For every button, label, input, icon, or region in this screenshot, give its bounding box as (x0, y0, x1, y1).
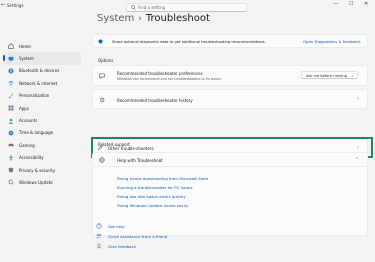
sidebar-item-label: Bluetooth & devices (19, 68, 60, 74)
sidebar-item-time-language[interactable]: Time & language (3, 127, 81, 139)
sidebar-item-label: Privacy & security (19, 167, 56, 173)
monitor-icon (8, 56, 14, 61)
back-arrow-icon[interactable]: ← (1, 2, 5, 8)
sidebar-item-label: Time & language (19, 130, 54, 136)
sidebar-item-bluetooth[interactable]: Bluetooth & devices (3, 65, 81, 77)
breadcrumb-parent[interactable]: System (97, 13, 134, 24)
clock-icon (8, 130, 14, 136)
search-box[interactable] (126, 3, 247, 12)
brush-icon (8, 93, 14, 99)
sidebar-item-accessibility[interactable]: Accessibility (3, 152, 81, 164)
options-heading: Options (98, 58, 114, 63)
preferences-subtitle: Windows can recommend and run troublesho… (117, 77, 222, 81)
shield-check-icon (98, 39, 103, 44)
get-help-label: Get help (108, 223, 125, 229)
help-card: Help with Troubleshoot ⌃ Fixing issues d… (92, 152, 368, 236)
sidebar-item-apps[interactable]: Apps (3, 102, 81, 114)
person-icon (8, 118, 14, 124)
globe-icon (99, 157, 105, 163)
help-link[interactable]: Fixing issues downloading from Microsoft… (117, 176, 208, 181)
sidebar-item-home[interactable]: Home (3, 40, 81, 52)
give-feedback-link[interactable]: Give feedback (96, 242, 136, 250)
accessibility-icon (8, 155, 14, 161)
chevron-up-icon: ⌃ (354, 157, 359, 163)
minimize-button[interactable]: — (333, 1, 338, 7)
related-support-heading: Related support (98, 142, 130, 147)
network-icon (8, 81, 14, 86)
sidebar-item-privacy-security[interactable]: Privacy & security (3, 164, 81, 176)
sidebar-item-personalization[interactable]: Personalization (3, 90, 81, 102)
help-title: Help with Troubleshoot (117, 158, 163, 163)
troubleshooter-history-card[interactable]: Recommended troubleshooter history › (92, 89, 368, 109)
help-card-header[interactable]: Help with Troubleshoot ⌃ (93, 153, 367, 167)
update-icon (8, 179, 14, 185)
close-button[interactable]: ✕ (364, 1, 368, 7)
history-title: Recommended troubleshooter history (117, 97, 193, 103)
sidebar-item-network[interactable]: Network & internet (3, 77, 81, 89)
dropdown-value: Ask me before running (306, 73, 347, 78)
sidebar-item-accounts[interactable]: Accounts (3, 114, 81, 126)
controller-icon (8, 144, 14, 148)
sidebar: Home System Bluetooth & devices Network … (0, 40, 84, 189)
sidebar-item-label: Windows Update (19, 179, 53, 185)
get-help-link[interactable]: Get help (96, 222, 125, 230)
chat-icon (99, 73, 105, 79)
diagnostics-text: Share optional diagnostic data to get ad… (112, 39, 266, 44)
home-icon (8, 43, 14, 49)
sidebar-item-system[interactable]: System (3, 52, 81, 65)
maximize-button[interactable]: ☐ (349, 1, 353, 7)
sidebar-item-label: System (19, 56, 34, 62)
breadcrumb-separator: › (138, 14, 142, 24)
feedback-icon (96, 243, 102, 249)
sidebar-item-label: Personalization (19, 93, 50, 99)
sidebar-item-windows-update[interactable]: Windows Update (3, 176, 81, 188)
preferences-dropdown[interactable]: Ask me before running ⌄ (301, 71, 358, 79)
help-link[interactable]: Running a troubleshooter for PC issues (117, 185, 193, 190)
app-title: Settings (7, 3, 24, 8)
bluetooth-icon (8, 68, 14, 74)
chevron-right-icon: › (357, 96, 359, 102)
page-title: Troubleshoot (145, 13, 210, 24)
sidebar-item-label: Gaming (19, 142, 35, 148)
sidebar-item-label: Accessibility (19, 155, 44, 161)
open-diagnostics-link[interactable]: Open Diagnostics & feedback (303, 39, 361, 44)
apps-icon (8, 105, 14, 111)
quick-assist-link[interactable]: Quick assistance from a friend (96, 232, 167, 240)
sidebar-item-label: Network & internet (19, 80, 58, 86)
diagnostics-banner: Share optional diagnostic data to get ad… (92, 34, 368, 48)
sidebar-item-label: Home (19, 43, 31, 49)
search-input[interactable] (138, 4, 238, 11)
sidebar-item-gaming[interactable]: Gaming (3, 139, 81, 151)
shield-icon (8, 167, 14, 173)
quick-assist-label: Quick assistance from a friend (108, 233, 168, 239)
help-icon (96, 223, 102, 229)
sidebar-item-label: Apps (19, 105, 29, 111)
preferences-title: Recommended troubleshooter preferences (117, 71, 203, 76)
chevron-down-icon: ⌄ (350, 73, 354, 78)
breadcrumb: System › Troubleshoot (97, 13, 210, 24)
sidebar-item-label: Accounts (19, 118, 38, 124)
give-feedback-label: Give feedback (108, 243, 136, 249)
search-icon (131, 5, 136, 10)
history-icon (99, 97, 105, 102)
help-link[interactable]: Fixing low disk space errors quickly (117, 194, 186, 199)
help-link[interactable]: Fixing Windows Update issues easily (117, 203, 188, 208)
people-icon (96, 233, 102, 239)
